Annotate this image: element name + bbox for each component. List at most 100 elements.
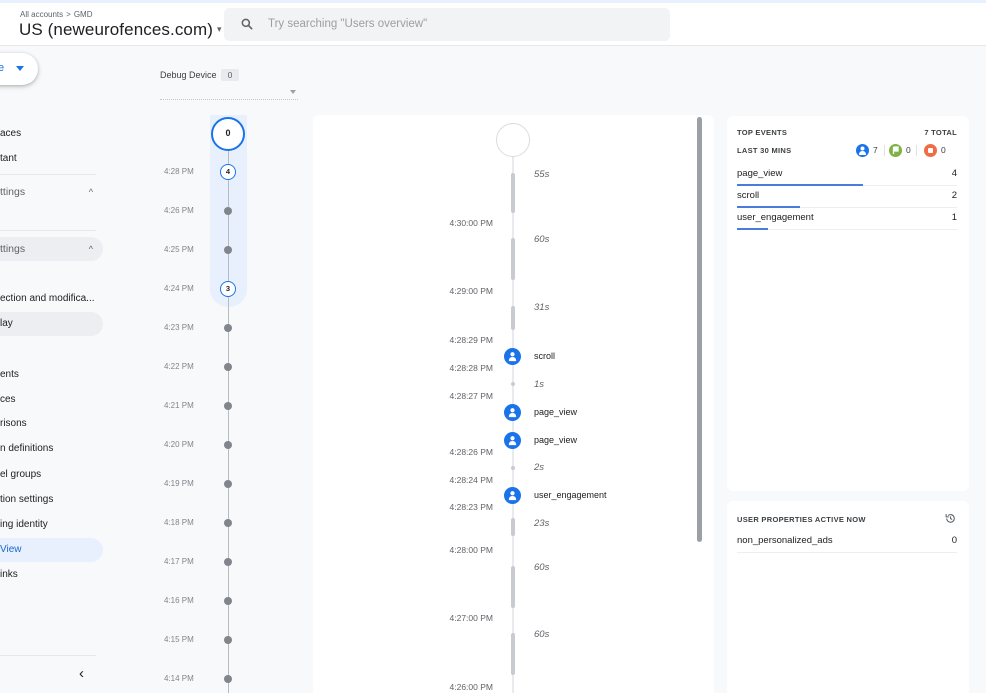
event-name: scroll	[534, 351, 556, 361]
collapse-sidebar-icon[interactable]: ‹	[79, 665, 84, 682]
minute-row[interactable]: 4:16 PM	[150, 593, 310, 609]
event-name: user_engagement	[534, 490, 607, 500]
user-event-icon	[856, 144, 869, 157]
sidebar-item-audiences[interactable]: aces	[0, 122, 103, 146]
minute-row[interactable]: 4:17 PM	[150, 554, 310, 570]
minute-dot[interactable]	[224, 675, 232, 683]
stat-value: 0	[941, 145, 946, 155]
minute-dot[interactable]	[224, 324, 232, 332]
top-event-row[interactable]: user_engagement 1	[737, 208, 957, 230]
sidebar-item-attribution-settings[interactable]: tion settings	[0, 488, 103, 512]
minute-time: 4:22 PM	[164, 362, 194, 371]
minute-row[interactable]: 4:20 PM	[150, 437, 310, 453]
sidebar-item-channel-groups[interactable]: el groups	[0, 463, 103, 487]
breadcrumb-all-accounts[interactable]: All accounts	[20, 10, 63, 19]
timestamp: 4:27:00 PM	[449, 613, 493, 623]
minute-row[interactable]: 4:26 PM	[150, 203, 310, 219]
sidebar-item-label: ces	[0, 394, 16, 405]
minute-dot[interactable]	[224, 402, 232, 410]
minute-row[interactable]: 4:24 PM 3	[150, 281, 310, 297]
user-property-value: 0	[951, 535, 957, 546]
sidebar-item-label: aces	[0, 128, 22, 139]
top-event-row[interactable]: page_view 4	[737, 164, 957, 186]
sidebar-item-debugview[interactable]: View	[0, 538, 103, 562]
sidebar-item-label: View	[0, 544, 22, 555]
sidebar-item-data-collection[interactable]: ection and modifica...	[0, 287, 103, 311]
top-event-name: user_engagement	[737, 212, 814, 223]
sidebar-item-label: el groups	[0, 469, 42, 480]
sidebar-item-product-links[interactable]: inks	[0, 563, 103, 587]
stream-scrollbar[interactable]	[697, 117, 702, 542]
event-page-view[interactable]: page_view	[504, 432, 704, 450]
sidebar-item-label: inks	[0, 569, 18, 580]
gap-bar	[511, 306, 515, 330]
sidebar-item-comparisons[interactable]: risons	[0, 412, 103, 436]
minute-row[interactable]: 4:15 PM	[150, 632, 310, 648]
debug-device-count: 0	[221, 69, 239, 81]
top-event-row[interactable]: scroll 2	[737, 186, 957, 208]
sidebar-item-label: n definitions	[0, 443, 54, 454]
minute-dot[interactable]	[224, 636, 232, 644]
minute-time: 4:23 PM	[164, 323, 194, 332]
search-input[interactable]: Try searching "Users overview"	[224, 8, 670, 41]
minute-dot[interactable]	[224, 519, 232, 527]
minute-row[interactable]: 4:22 PM	[150, 359, 310, 375]
event-scroll[interactable]: scroll	[504, 348, 704, 366]
stat-value: 0	[906, 145, 911, 155]
create-button[interactable]: e	[0, 53, 38, 85]
sidebar-item-label: ing identity	[0, 519, 48, 530]
minute-dot[interactable]	[224, 597, 232, 605]
gap-label: 60s	[534, 562, 550, 573]
timestamp: 4:28:23 PM	[449, 502, 493, 512]
sidebar-section-account-settings[interactable]: ttings ^	[0, 180, 103, 204]
minute-row[interactable]: 4:23 PM	[150, 320, 310, 336]
minute-dot[interactable]	[224, 480, 232, 488]
minute-row[interactable]: 4:28 PM 4	[150, 164, 310, 180]
event-user-engagement[interactable]: user_engagement	[504, 487, 704, 505]
gap-bar	[511, 633, 515, 675]
minute-event-count[interactable]: 4	[220, 164, 236, 180]
top-events-title: TOP EVENTS	[737, 128, 788, 137]
sidebar-item-reporting-identity[interactable]: ing identity	[0, 513, 103, 537]
minute-row[interactable]: 4:18 PM	[150, 515, 310, 531]
top-event-share-bar	[737, 228, 768, 230]
minute-dot[interactable]	[224, 363, 232, 371]
gap-dot	[511, 382, 515, 386]
minute-time: 4:24 PM	[164, 284, 194, 293]
minute-row[interactable]: 4:25 PM	[150, 242, 310, 258]
gap-bar	[511, 566, 515, 608]
minute-dot[interactable]	[224, 558, 232, 566]
minute-row[interactable]: 4:14 PM	[150, 671, 310, 687]
gap-label: 60s	[534, 234, 550, 245]
user-event-icon	[504, 432, 521, 449]
breadcrumb-separator: >	[66, 10, 71, 19]
sidebar-item-label: tion settings	[0, 494, 54, 505]
minute-dot[interactable]	[224, 246, 232, 254]
sidebar-item-audiences-2[interactable]: ces	[0, 388, 103, 412]
debug-device-select[interactable]	[160, 84, 298, 100]
sidebar-item-custom-definitions[interactable]: n definitions	[0, 437, 103, 461]
top-events-total: 7 TOTAL	[924, 128, 957, 137]
event-page-view[interactable]: page_view	[504, 404, 704, 422]
sidebar-item-data-display[interactable]: lay	[0, 312, 103, 336]
error-icon	[924, 144, 937, 157]
current-minute-count[interactable]: 0	[211, 117, 245, 151]
property-selector[interactable]: US (neweurofences.com) ▾	[19, 20, 222, 40]
user-event-icon	[504, 404, 521, 421]
minute-dot[interactable]	[224, 441, 232, 449]
sidebar-section-property-settings[interactable]: ttings ^	[0, 237, 103, 261]
history-icon[interactable]	[944, 512, 957, 525]
minute-event-count[interactable]: 3	[220, 281, 236, 297]
timestamp: 4:28:26 PM	[449, 447, 493, 457]
user-property-row[interactable]: non_personalized_ads 0	[737, 531, 957, 553]
minute-time: 4:16 PM	[164, 596, 194, 605]
minute-row[interactable]: 4:21 PM	[150, 398, 310, 414]
chevron-up-icon: ^	[88, 244, 93, 254]
breadcrumb-account[interactable]: GMD	[74, 10, 93, 19]
sidebar-item-events[interactable]: ents	[0, 363, 103, 387]
minute-dot[interactable]	[224, 207, 232, 215]
minute-row[interactable]: 4:19 PM	[150, 476, 310, 492]
sidebar-item-assistant[interactable]: tant	[0, 147, 103, 171]
gap-label: 2s	[534, 462, 545, 473]
minute-time: 4:25 PM	[164, 245, 194, 254]
